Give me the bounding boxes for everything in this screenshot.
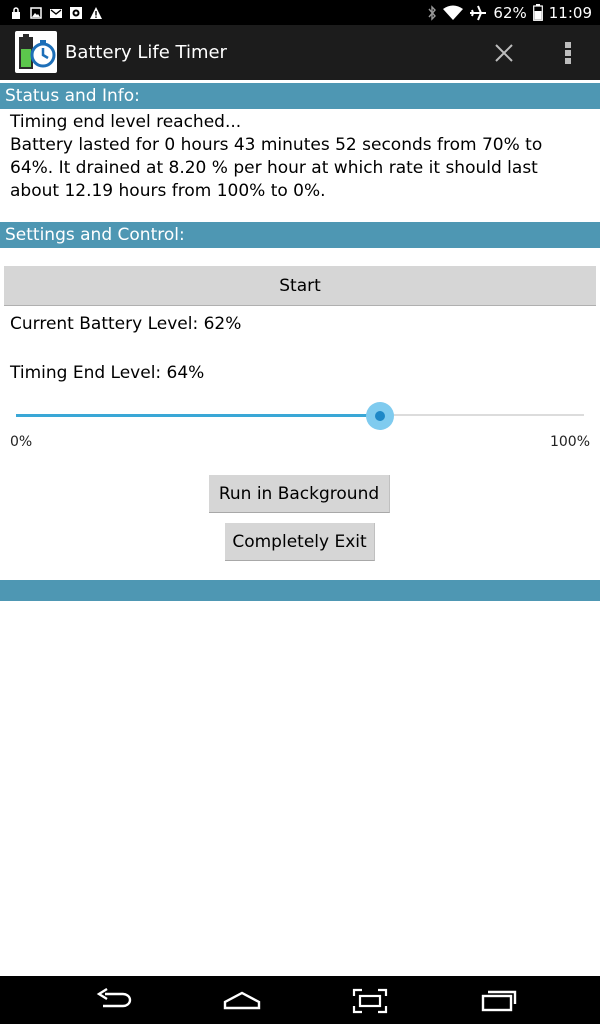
screenshot-icon[interactable]	[352, 988, 388, 1014]
slider-min-label: 0%	[10, 434, 33, 450]
warning-icon	[90, 6, 102, 19]
status-info-text: Timing end level reached... Battery last…	[10, 111, 590, 203]
status-bar: 62% 11:09	[0, 0, 600, 25]
back-icon[interactable]	[95, 988, 133, 1012]
image-icon	[30, 6, 42, 19]
status-line-2: Battery lasted for 0 hours 43 minutes 52…	[10, 135, 543, 201]
wifi-icon	[443, 5, 464, 20]
system-indicators: 62% 11:09	[427, 0, 592, 25]
bluetooth-icon	[428, 4, 437, 21]
lock-icon	[12, 6, 20, 19]
notification-icons	[10, 4, 102, 21]
overflow-menu-icon[interactable]	[560, 39, 576, 67]
navigation-bar	[0, 976, 600, 1024]
timing-end-level: Timing End Level: 64%	[10, 363, 205, 383]
airplane-icon	[470, 5, 487, 20]
slider-fill	[16, 414, 380, 417]
slider-max-label: 100%	[549, 434, 590, 450]
battery-percent: 62%	[493, 3, 527, 22]
close-icon[interactable]	[492, 41, 516, 65]
gmail-icon	[50, 8, 62, 18]
run-in-background-button[interactable]: Run in Background	[209, 475, 390, 513]
settings-section-header: Settings and Control:	[0, 222, 600, 248]
end-level-slider[interactable]	[16, 400, 584, 432]
app-icon[interactable]	[15, 31, 57, 73]
recents-icon[interactable]	[480, 988, 518, 1012]
completely-exit-button[interactable]: Completely Exit	[225, 523, 375, 561]
app-title: Battery Life Timer	[65, 42, 227, 63]
home-icon[interactable]	[222, 988, 262, 1012]
current-battery-level: Current Battery Level: 62%	[10, 314, 242, 334]
slider-thumb[interactable]	[375, 411, 385, 421]
status-section-header: Status and Info:	[0, 83, 600, 109]
bottom-divider	[0, 580, 600, 601]
status-line-1: Timing end level reached...	[10, 112, 242, 132]
action-bar: Battery Life Timer	[0, 25, 600, 80]
battery-icon	[532, 4, 543, 21]
start-button[interactable]: Start	[4, 266, 596, 306]
app-notification-icon	[70, 6, 82, 19]
clock: 11:09	[548, 3, 592, 22]
